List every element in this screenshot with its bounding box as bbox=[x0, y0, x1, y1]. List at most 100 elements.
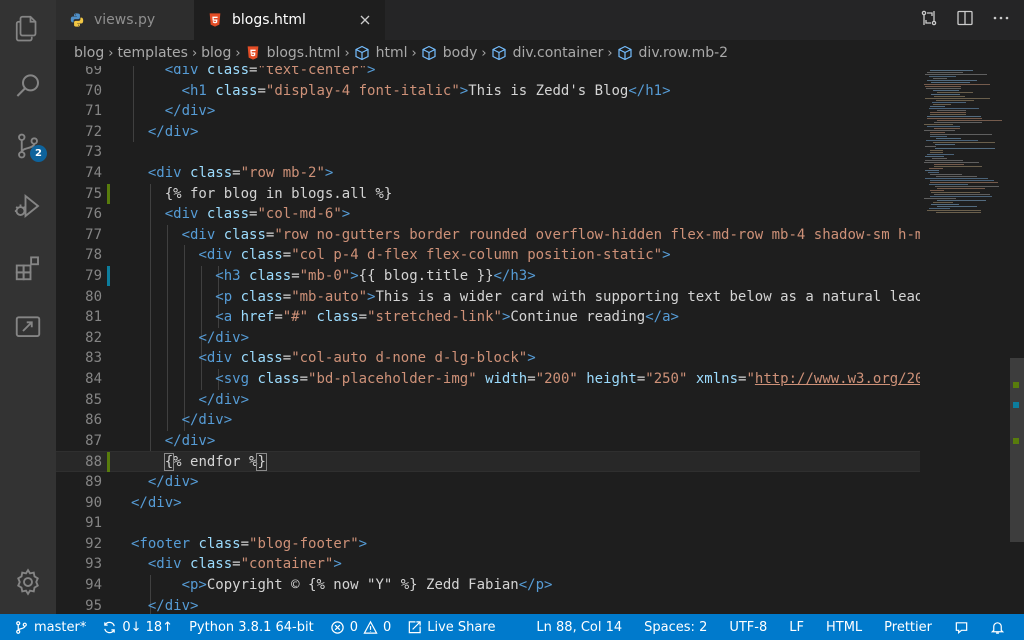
breadcrumb: blog › templates › blog › blogs.html › h… bbox=[56, 40, 1024, 66]
explorer-icon[interactable] bbox=[0, 2, 56, 54]
code-line[interactable]: 77 <div class="row no-gutters border rou… bbox=[56, 225, 920, 246]
line-number: 77 bbox=[85, 226, 102, 243]
notifications-button[interactable] bbox=[982, 614, 1024, 640]
code-line[interactable]: 89 </div> bbox=[56, 472, 920, 493]
code-line[interactable]: 85 </div> bbox=[56, 390, 920, 411]
breadcrumb-item[interactable]: html bbox=[376, 45, 408, 61]
code-line[interactable]: 76 <div class="col-md-6"> bbox=[56, 204, 920, 225]
code-line[interactable]: 88 {% endfor %} bbox=[56, 451, 920, 473]
line-number: 91 bbox=[85, 515, 102, 532]
language-mode[interactable]: HTML bbox=[818, 614, 876, 640]
indentation-status[interactable]: Spaces: 2 bbox=[636, 614, 721, 640]
git-gutter-marker[interactable] bbox=[107, 183, 110, 204]
code-line[interactable]: 82 </div> bbox=[56, 328, 920, 349]
close-tab-icon[interactable] bbox=[357, 12, 373, 28]
encoding-status[interactable]: UTF-8 bbox=[721, 614, 781, 640]
minimap-line bbox=[925, 170, 939, 171]
code-line[interactable]: 75 {% for blog in blogs.all %} bbox=[56, 183, 920, 205]
minimap-line bbox=[926, 88, 961, 89]
eol-status[interactable]: LF bbox=[781, 614, 818, 640]
code-line[interactable]: 70 <h1 class="display-4 font-italic">Thi… bbox=[56, 81, 920, 102]
minimap-line bbox=[937, 110, 966, 111]
vertical-scrollbar[interactable] bbox=[1010, 66, 1024, 614]
minimap-line bbox=[925, 146, 936, 147]
cursor-position[interactable]: Ln 88, Col 14 bbox=[528, 614, 636, 640]
minimap-line bbox=[937, 120, 1002, 121]
feedback-button[interactable] bbox=[946, 614, 982, 640]
breadcrumb-item[interactable]: body bbox=[443, 45, 478, 61]
code-line[interactable]: 79 <h3 class="mb-0">{{ blog.title }}</h3… bbox=[56, 266, 920, 287]
code-line[interactable]: 92 <footer class="blog-footer"> bbox=[56, 534, 920, 555]
code-text: <p class="mb-auto">This is a wider card … bbox=[215, 288, 920, 305]
sync-status[interactable]: 0↓ 18↑ bbox=[94, 614, 181, 640]
debug-icon[interactable] bbox=[0, 180, 56, 232]
scroll-marker-modified bbox=[1013, 402, 1019, 408]
code-text: <footer class="blog-footer"> bbox=[131, 535, 368, 552]
breadcrumb-item[interactable]: blog bbox=[74, 45, 104, 61]
code-line[interactable]: 84 <svg class="bd-placeholder-img" width… bbox=[56, 369, 920, 390]
bell-icon bbox=[990, 621, 1005, 634]
breadcrumb-item[interactable]: blog bbox=[201, 45, 231, 61]
problems-status[interactable]: 0 0 bbox=[322, 614, 400, 640]
extensions-icon[interactable] bbox=[0, 242, 56, 294]
code-line[interactable]: 94 <p>Copyright © {% now "Y" %} Zedd Fab… bbox=[56, 575, 920, 596]
minimap-line bbox=[937, 200, 986, 201]
minimap-line bbox=[924, 198, 956, 199]
live-share-button[interactable]: Live Share bbox=[399, 614, 503, 640]
breadcrumb-item[interactable]: div.row.mb-2 bbox=[639, 45, 729, 61]
settings-gear-icon[interactable] bbox=[0, 556, 56, 608]
minimap-line bbox=[930, 150, 943, 151]
search-icon[interactable] bbox=[0, 60, 56, 112]
split-editor-icon[interactable] bbox=[956, 9, 974, 31]
code-editor[interactable]: 69 <div class="text-center"> 70 <h1 class… bbox=[56, 66, 920, 614]
breadcrumb-item[interactable]: div.container bbox=[513, 45, 604, 61]
minimap-line bbox=[930, 134, 992, 135]
minimap-line bbox=[926, 140, 978, 141]
code-line[interactable]: 71 </div> bbox=[56, 101, 920, 122]
minimap-line bbox=[930, 132, 945, 133]
code-line[interactable]: 90 </div> bbox=[56, 493, 920, 514]
source-control-icon[interactable]: 2 bbox=[0, 120, 56, 172]
code-line[interactable]: 95 </div> bbox=[56, 596, 920, 614]
line-number: 84 bbox=[85, 371, 102, 387]
code-line[interactable]: 74 <div class="row mb-2"> bbox=[56, 163, 920, 184]
editor-actions bbox=[920, 0, 1010, 40]
code-line[interactable]: 91 bbox=[56, 513, 920, 534]
code-line[interactable]: 72 </div> bbox=[56, 122, 920, 143]
code-line[interactable]: 81 <a href="#" class="stretched-link">Co… bbox=[56, 307, 920, 328]
code-line[interactable]: 73 bbox=[56, 142, 920, 163]
python-interpreter[interactable]: Python 3.8.1 64-bit bbox=[181, 614, 322, 640]
minimap-line bbox=[936, 138, 961, 139]
minimap-line bbox=[933, 90, 959, 91]
breadcrumb-item[interactable]: templates bbox=[117, 45, 188, 61]
tab-views-py[interactable]: views.py bbox=[56, 0, 194, 40]
git-gutter-marker[interactable] bbox=[107, 452, 110, 473]
code-text: {% for blog in blogs.all %} bbox=[131, 185, 393, 202]
line-number: 79 bbox=[85, 268, 102, 284]
minimap-line bbox=[931, 204, 959, 205]
minimap-line bbox=[933, 104, 951, 105]
compare-changes-icon[interactable] bbox=[920, 9, 938, 31]
branch-status[interactable]: master* bbox=[0, 614, 94, 640]
code-line[interactable]: 87 </div> bbox=[56, 431, 920, 452]
more-actions-icon[interactable] bbox=[992, 9, 1010, 31]
live-share-label: Live Share bbox=[427, 619, 496, 635]
code-text: <h1 class="display-4 font-italic">This i… bbox=[181, 82, 671, 99]
code-line[interactable]: 80 <p class="mb-auto">This is a wider ca… bbox=[56, 287, 920, 308]
code-line[interactable]: 93 <div class="container"> bbox=[56, 554, 920, 575]
remote-explorer-icon[interactable] bbox=[0, 300, 56, 352]
breadcrumb-item[interactable]: blogs.html bbox=[267, 45, 341, 61]
formatter-status[interactable]: Prettier bbox=[876, 614, 946, 640]
git-gutter-marker[interactable] bbox=[107, 266, 110, 286]
minimap[interactable] bbox=[920, 66, 1010, 614]
code-line[interactable]: 69 <div class="text-center"> bbox=[56, 66, 920, 81]
tab-blogs-html[interactable]: blogs.html bbox=[194, 0, 385, 40]
code-line[interactable]: 83 <div class="col-auto d-none d-lg-bloc… bbox=[56, 348, 920, 369]
code-line[interactable]: 78 <div class="col p-4 d-flex flex-colum… bbox=[56, 245, 920, 266]
minimap-line bbox=[931, 94, 960, 95]
minimap-line bbox=[934, 164, 964, 165]
code-text: <div class="text-center"> bbox=[164, 66, 376, 78]
code-line[interactable]: 86 </div> bbox=[56, 410, 920, 431]
line-number: 74 bbox=[85, 165, 102, 181]
code-text: <a href="#" class="stretched-link">Conti… bbox=[215, 309, 679, 326]
